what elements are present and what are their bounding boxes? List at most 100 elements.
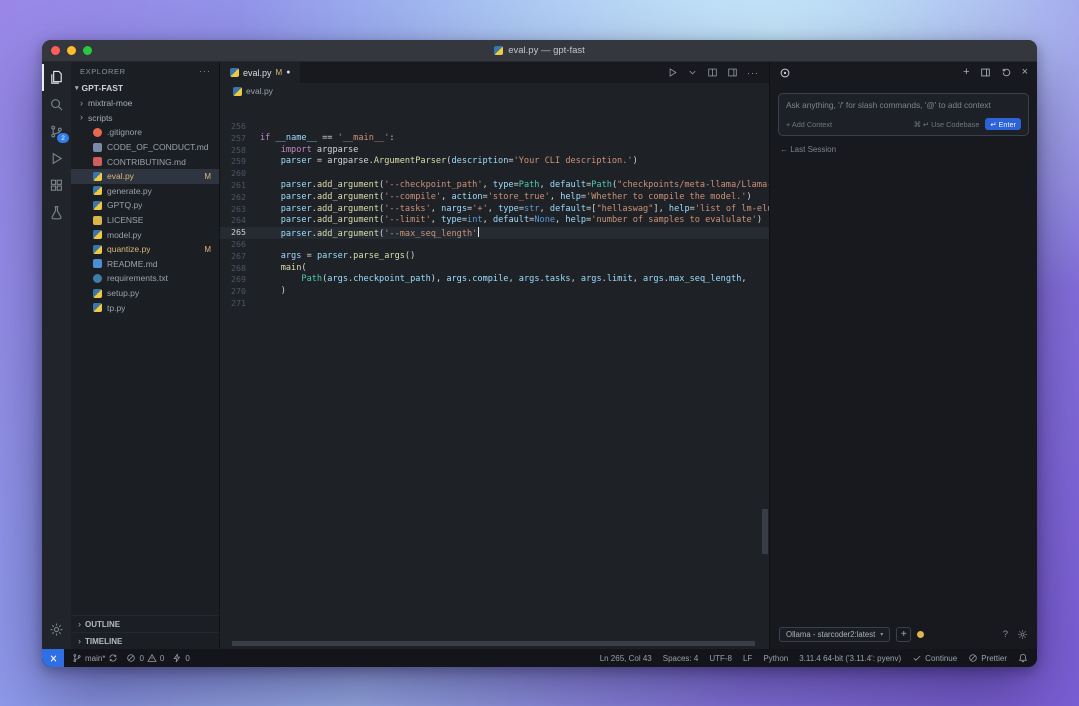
close-panel-icon[interactable]: × [1022,67,1028,78]
run-python-file-icon[interactable] [667,67,678,78]
close-window-button[interactable] [51,46,60,55]
history-icon[interactable] [1001,67,1012,78]
vertical-scrollbar[interactable] [762,509,768,554]
notifications-bell-icon[interactable] [1018,653,1028,663]
title-bar[interactable]: eval.py — gpt-fast [42,40,1037,62]
explorer-item-eval.py[interactable]: eval.pyM [71,169,219,184]
code-line-262[interactable]: 262 parser.add_argument('--compile', act… [220,192,769,204]
new-session-icon[interactable]: + [963,67,969,78]
help-icon[interactable]: ? [1003,629,1008,640]
explorer-icon[interactable] [42,64,71,91]
encoding-item[interactable]: UTF-8 [709,654,732,663]
line-number: 267 [220,251,246,263]
code-line-258[interactable]: 258 import argparse [220,145,769,157]
split-editor-icon[interactable] [707,67,718,78]
code-line-263[interactable]: 263 parser.add_argument('--tasks', nargs… [220,204,769,216]
add-context-button[interactable]: + Add Context [786,120,832,129]
license-icon [93,216,102,225]
code-line-269[interactable]: 269 Path(args.checkpoint_path), args.com… [220,274,769,286]
run-dropdown-icon[interactable] [687,67,698,78]
editor-more-actions-icon[interactable]: ··· [747,68,759,78]
explorer-item-requirements.txt[interactable]: requirements.txt [71,271,219,286]
code-line-266[interactable]: 266 [220,239,769,251]
problems-item[interactable]: 0 0 [126,653,164,663]
explorer-item-generate.py[interactable]: generate.py [71,184,219,199]
project-section-header[interactable]: ▾ GPT-FAST [71,80,219,96]
settings-gear-icon[interactable] [42,616,71,643]
code-line-256[interactable]: 256 [220,121,769,133]
breadcrumb[interactable]: eval.py [220,83,769,99]
remote-indicator[interactable] [42,649,64,667]
tab-eval-py[interactable]: eval.py M ● [220,62,300,83]
explorer-item-README.md[interactable]: README.md [71,257,219,272]
explorer-item-tp.py[interactable]: tp.py [71,300,219,315]
indentation-item[interactable]: Spaces: 4 [663,654,699,663]
code-line-270[interactable]: 270 ) [220,286,769,298]
explorer-item-model.py[interactable]: model.py [71,227,219,242]
explorer-item-CONTRIBUTING.md[interactable]: CONTRIBUTING.md [71,154,219,169]
last-session-link[interactable]: ← Last Session [780,145,1027,154]
search-icon[interactable] [42,91,71,118]
prettier-status-item[interactable]: Prettier [968,653,1007,663]
eol-item[interactable]: LF [743,654,752,663]
code-text: if __name__ == '__main__': [260,133,395,145]
code-line-267[interactable]: 267 args = parser.parse_args() [220,251,769,263]
ports-item[interactable]: 0 [172,653,189,663]
file-name: CONTRIBUTING.md [107,157,186,167]
layout-icon[interactable] [980,67,991,78]
code-line-259[interactable]: 259 parser = argparse.ArgumentParser(des… [220,156,769,168]
line-number: 266 [220,239,246,251]
warning-icon [147,653,157,663]
enter-button[interactable]: ↵ Enter [985,118,1021,130]
model-select[interactable]: Ollama - starcoder2:latest ▾ [779,627,890,642]
timeline-label: TIMELINE [85,637,122,646]
explorer-item-.gitignore[interactable]: .gitignore [71,125,219,140]
explorer-item-LICENSE[interactable]: LICENSE [71,213,219,228]
code-line-265[interactable]: 265 parser.add_argument('--max_seq_lengt… [220,227,769,239]
code-line-271[interactable]: 271 [220,298,769,310]
code-text: parser.add_argument('--tasks', nargs='+'… [260,204,769,216]
explorer-item-quantize.py[interactable]: quantize.pyM [71,242,219,257]
line-number: 263 [220,204,246,216]
use-codebase-button[interactable]: ⌘ ↵ Use Codebase [914,120,980,129]
assistant-input-box[interactable]: Ask anything, '/' for slash commands, '@… [778,93,1029,136]
extensions-icon[interactable] [42,172,71,199]
code-line-264[interactable]: 264 parser.add_argument('--limit', type=… [220,215,769,227]
branch-icon [72,653,82,663]
window-title: eval.py — gpt-fast [494,45,585,56]
language-mode-item[interactable]: Python [763,654,788,663]
git-branch-item[interactable]: main* [72,653,118,663]
python-icon [93,230,102,239]
source-control-icon[interactable]: 2 [42,118,71,145]
line-number: 260 [220,168,246,180]
code-line-268[interactable]: 268 main( [220,263,769,275]
outline-section[interactable]: › OUTLINE [71,615,219,632]
explorer-item-CODE_OF_CONDUCT.md[interactable]: CODE_OF_CONDUCT.md [71,140,219,155]
explorer-item-mixtral-moe[interactable]: ›mixtral-moe [71,96,219,111]
testing-icon[interactable] [42,199,71,226]
toggle-layout-icon[interactable] [727,67,738,78]
timeline-section[interactable]: › TIMELINE [71,632,219,649]
explorer-item-scripts[interactable]: ›scripts [71,111,219,126]
cursor-position-item[interactable]: Ln 265, Col 43 [600,654,652,663]
explorer-item-GPTQ.py[interactable]: GPTQ.py [71,198,219,213]
code-line-260[interactable]: 260 [220,168,769,180]
continue-status-item[interactable]: Continue [912,653,957,663]
code-editor[interactable]: 256257if __name__ == '__main__':258 impo… [220,99,769,649]
more-actions-icon[interactable]: ··· [199,66,211,76]
horizontal-scrollbar[interactable] [232,641,755,646]
add-model-button[interactable]: + [896,627,911,642]
run-debug-icon[interactable] [42,145,71,172]
status-bar: main* 0 0 0 Ln 265, Col 43 Spaces: 4 UTF… [42,649,1037,667]
minimize-window-button[interactable] [67,46,76,55]
assistant-settings-gear-icon[interactable] [1017,629,1028,640]
zoom-window-button[interactable] [83,46,92,55]
assistant-input-placeholder[interactable]: Ask anything, '/' for slash commands, '@… [786,100,1021,110]
explorer-item-setup.py[interactable]: setup.py [71,286,219,301]
code-line-261[interactable]: 261 parser.add_argument('--checkpoint_pa… [220,180,769,192]
assistant-panel-footer: Ollama - starcoder2:latest ▾ + ? [770,621,1037,649]
python-interpreter-item[interactable]: 3.11.4 64-bit ('3.11.4': pyenv) [799,654,901,663]
code-text: args = parser.parse_args() [260,251,415,263]
model-select-value: Ollama - starcoder2:latest [786,630,875,639]
code-line-257[interactable]: 257if __name__ == '__main__': [220,133,769,145]
